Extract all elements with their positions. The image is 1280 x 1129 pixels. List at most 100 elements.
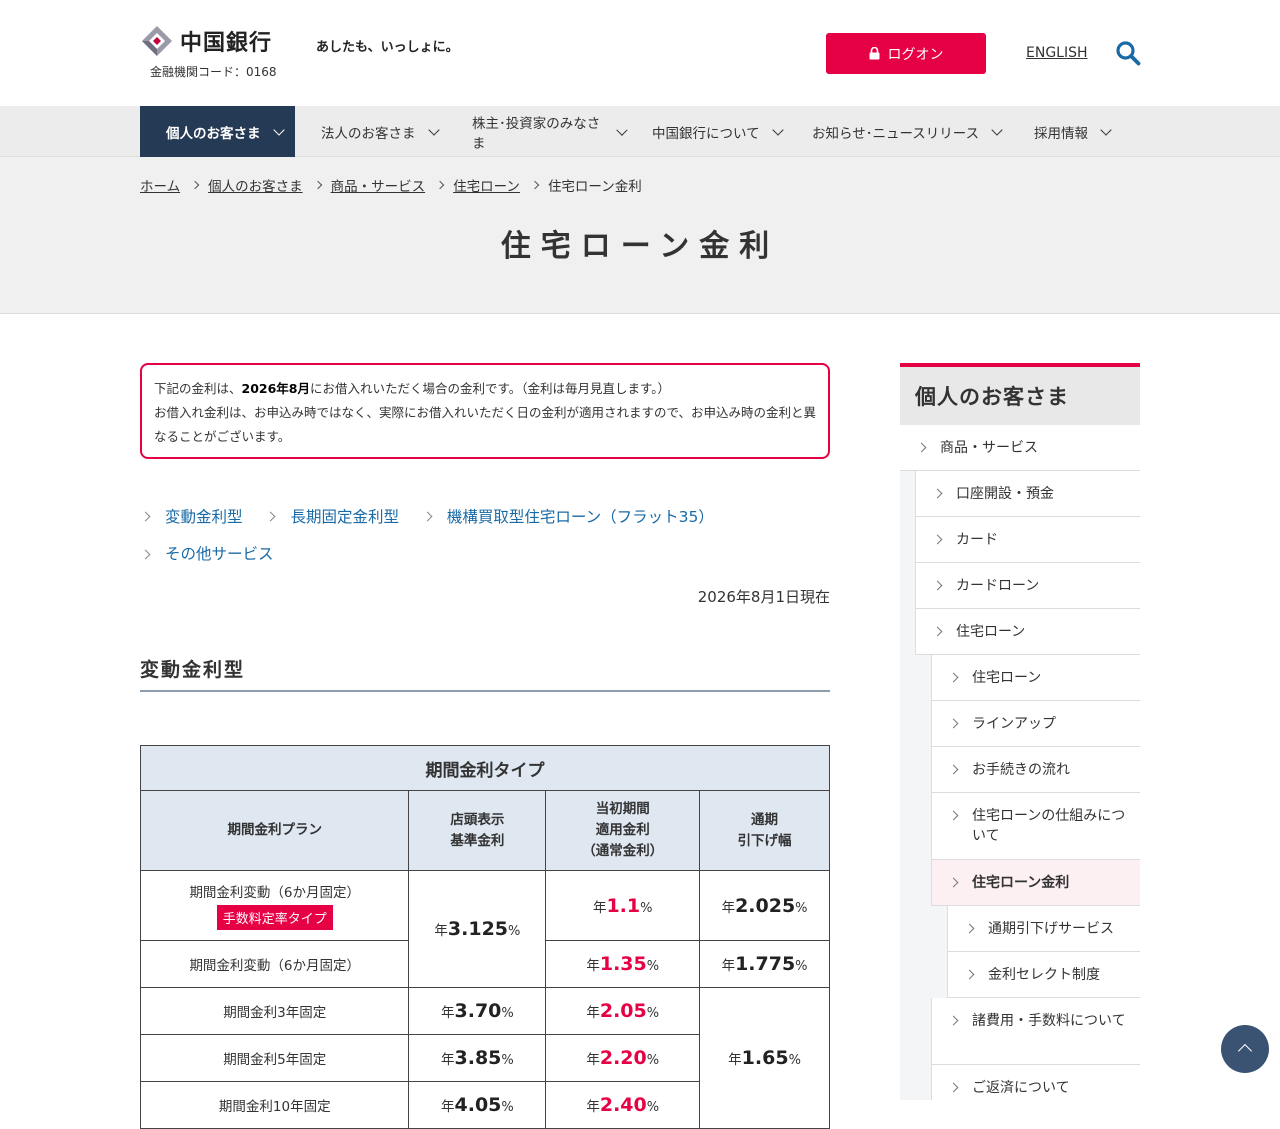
sidebar-item-rate-select[interactable]: 金利セレクト制度 (947, 952, 1140, 998)
chevron-down-icon (272, 123, 285, 136)
initial-rate: 2.20 (599, 1047, 647, 1069)
breadcrumb-products[interactable]: 商品・サービス (331, 175, 426, 195)
percent-unit: % (646, 1053, 660, 1068)
anchor-label: 機構買取型住宅ローン（フラット35） (446, 507, 714, 526)
percent-unit: % (501, 1006, 514, 1021)
anchor-fixed-rate[interactable]: 長期固定金利型 (265, 499, 399, 535)
chevron-right-icon (266, 511, 276, 522)
nav-label: 個人のお客さま (166, 125, 261, 142)
reduction: 1.775 (735, 953, 796, 975)
plan-name: 期間金利変動（6か月固定） (189, 885, 361, 901)
year-prefix: 年 (441, 1099, 455, 1115)
table-header: 当初期間 適用金利 （通常金利） (545, 790, 701, 871)
anchor-flat35[interactable]: 機構買取型住宅ローン（フラット35） (422, 499, 714, 535)
sidebar-item-label: 口座開設・預金 (956, 486, 1054, 502)
plan-name: 期間金利変動（6か月固定） (139, 940, 410, 988)
sidebar-item-procedure[interactable]: お手続きの流れ (931, 747, 1140, 793)
chevron-right-icon (313, 180, 322, 190)
nav-item-about[interactable]: 中国銀行について (626, 106, 786, 157)
notice-month: 2026年8月 (241, 381, 311, 396)
lock-icon (869, 47, 879, 60)
percent-unit: % (646, 1100, 660, 1115)
chevron-right-icon (932, 488, 943, 499)
breadcrumb-personal[interactable]: 個人のお客さま (208, 175, 303, 195)
bank-name: 中国銀行 (180, 30, 273, 56)
sidebar-item-card[interactable]: カード (915, 517, 1140, 563)
nav-item-news[interactable]: お知らせ･ニュースリリース (786, 106, 1008, 157)
initial-rate: 2.40 (599, 1094, 647, 1116)
breadcrumb-housing-loan[interactable]: 住宅ローン (453, 175, 520, 195)
reduction: 1.65 (741, 1047, 789, 1069)
notice-text: 下記の金利は、 (154, 381, 242, 396)
chevron-right-icon (948, 764, 959, 775)
sidebar-item-fees[interactable]: 諸費用・手数料について (931, 998, 1140, 1065)
table-caption: 期間金利タイプ (140, 745, 830, 791)
year-prefix: 年 (586, 958, 600, 974)
chevron-right-icon (948, 1082, 959, 1093)
base-rate: 4.05 (454, 1094, 502, 1116)
year-prefix: 年 (586, 1052, 600, 1068)
nav-item-personal[interactable]: 個人のお客さま (140, 106, 295, 157)
sidebar-item-label: 通期引下げサービス (988, 921, 1114, 937)
anchor-variable-rate[interactable]: 変動金利型 (140, 499, 243, 535)
chevron-right-icon (422, 511, 433, 522)
sidebar-item-housing-loan[interactable]: 住宅ローン (915, 609, 1140, 655)
chevron-down-icon (771, 123, 784, 136)
sidebar-item-account[interactable]: 口座開設・預金 (915, 471, 1140, 517)
base-rate: 3.85 (454, 1047, 502, 1069)
table-header: 通期 引下げ幅 (699, 790, 830, 871)
nav-label: 株主･投資家のみなさま (472, 115, 601, 152)
global-nav: 個人のお客さま 法人のお客さま 株主･投資家のみなさま 中国銀行について お知ら… (0, 106, 1280, 157)
percent-unit: % (640, 900, 653, 916)
sidebar-item-label: 住宅ローン金利 (972, 875, 1070, 891)
login-button[interactable]: ログオン (826, 33, 986, 74)
nav-item-corporate[interactable]: 法人のお客さま (295, 106, 446, 157)
percent-unit: % (795, 900, 808, 916)
chevron-right-icon (948, 1015, 959, 1026)
sidebar-item-label: ラインアップ (972, 716, 1056, 732)
year-prefix: 年 (721, 958, 736, 974)
percent-unit: % (646, 1006, 660, 1021)
search-icon[interactable] (1115, 40, 1141, 66)
year-prefix: 年 (434, 923, 448, 939)
sidebar-item-repayment[interactable]: ご返済について (931, 1065, 1140, 1100)
chevron-up-icon (1237, 1043, 1253, 1059)
breadcrumb-home[interactable]: ホーム (140, 175, 180, 195)
sidebar-item-rates[interactable]: 住宅ローン金利 (931, 860, 1140, 906)
english-link[interactable]: ENGLISH (1026, 45, 1088, 61)
sidebar-title: 個人のお客さま (900, 367, 1140, 425)
sidebar-item-lineup[interactable]: ラインアップ (931, 701, 1140, 747)
initial-rate: 1.1 (606, 894, 641, 917)
chevron-down-icon (427, 123, 440, 136)
base-rate: 3.125 (447, 918, 509, 940)
chevron-right-icon (140, 511, 151, 522)
chevron-down-icon (991, 123, 1003, 136)
percent-unit: % (646, 959, 660, 974)
bank-logo[interactable]: 中国銀行 (140, 24, 272, 58)
nav-item-investors[interactable]: 株主･投資家のみなさま (446, 106, 628, 157)
nav-item-recruit[interactable]: 採用情報 (1008, 106, 1140, 157)
sidebar-item-reduction-service[interactable]: 通期引下げサービス (947, 906, 1140, 952)
page-title: 住宅ローン金利 (500, 229, 780, 264)
notice-text: にお借入れいただく場合の金利です。（金利は毎月見直します。） (310, 381, 671, 396)
sidebar-item-mechanism[interactable]: 住宅ローンの仕組みについて (931, 793, 1140, 860)
chevron-right-icon (435, 180, 445, 190)
chevron-down-icon (1100, 123, 1112, 136)
sidebar-item-card-loan[interactable]: カードローン (915, 563, 1140, 609)
fee-type-badge: 手数料定率タイプ (216, 905, 333, 930)
sidebar-item-products[interactable]: 商品・サービス (900, 425, 1140, 471)
breadcrumb-current: 住宅ローン金利 (547, 179, 642, 195)
anchor-label: 変動金利型 (165, 507, 243, 526)
bank-code: 金融機関コード：0168 (150, 65, 277, 79)
anchor-other-services[interactable]: その他サービス (140, 536, 274, 572)
reduction: 2.025 (735, 894, 796, 917)
page-header: ホーム 個人のお客さま 商品・サービス 住宅ローン 住宅ローン金利 住宅ローン金… (0, 157, 1280, 314)
sidebar-item-housing-loan-top[interactable]: 住宅ローン (931, 655, 1140, 701)
login-label: ログオン (887, 46, 944, 63)
chevron-right-icon (140, 549, 151, 559)
year-prefix: 年 (728, 1052, 742, 1068)
sidebar-item-label: 金利セレクト制度 (988, 967, 1100, 983)
rate-notice: 下記の金利は、2026年8月にお借入れいただく場合の金利です。（金利は毎月見直し… (140, 363, 830, 459)
back-to-top-button[interactable] (1221, 1025, 1269, 1073)
bank-logo-icon (142, 26, 172, 56)
